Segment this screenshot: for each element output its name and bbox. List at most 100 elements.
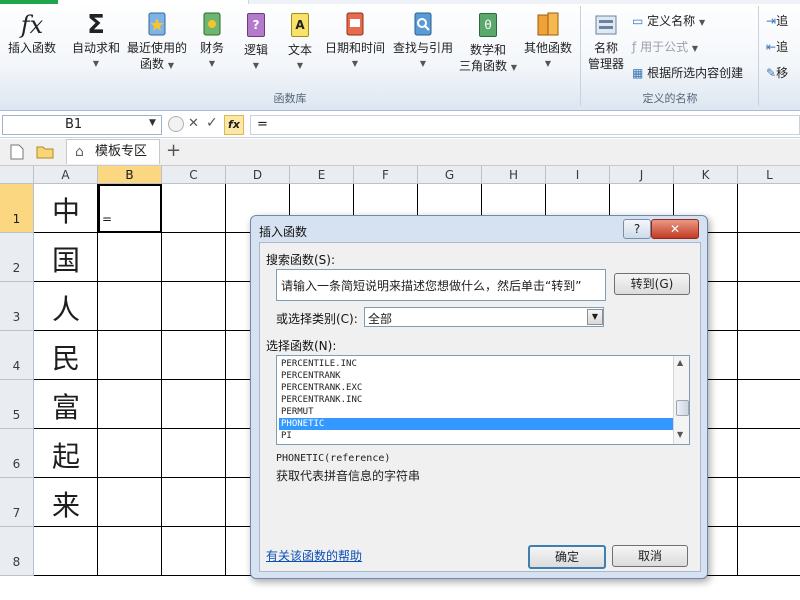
- add-tab-icon[interactable]: +: [166, 140, 181, 161]
- function-list-item[interactable]: PERCENTRANK.EXC: [279, 382, 675, 394]
- text-button[interactable]: A 文本 ▼: [280, 10, 320, 74]
- grid-cell[interactable]: 富: [34, 380, 98, 429]
- grid-cell[interactable]: [738, 478, 800, 527]
- grid-cell[interactable]: 中: [34, 184, 98, 233]
- new-document-icon[interactable]: [10, 144, 24, 160]
- grid-cell[interactable]: [162, 380, 226, 429]
- formula-input[interactable]: =: [250, 115, 800, 135]
- chevron-down-icon[interactable]: ▼: [587, 309, 603, 325]
- column-header[interactable]: H: [482, 166, 546, 184]
- grid-cell[interactable]: 人: [34, 282, 98, 331]
- recently-used-button[interactable]: 最近使用的 函数 ▼: [124, 10, 190, 74]
- grid-cell[interactable]: 国: [34, 233, 98, 282]
- financial-button[interactable]: 财务 ▼: [192, 10, 232, 72]
- row-header[interactable]: 5: [0, 380, 34, 429]
- grid-cell[interactable]: 起: [34, 429, 98, 478]
- insert-function-button[interactable]: fx 插入函数: [4, 10, 60, 56]
- row-header[interactable]: 4: [0, 331, 34, 380]
- other-functions-button[interactable]: 其他函数 ▼: [520, 10, 576, 72]
- column-header[interactable]: J: [610, 166, 674, 184]
- name-box[interactable]: B1 ▼: [2, 115, 162, 135]
- column-header[interactable]: L: [738, 166, 800, 184]
- function-list-item[interactable]: PERCENTRANK.INC: [279, 394, 675, 406]
- scroll-down-icon[interactable]: ▼: [677, 430, 683, 439]
- row-header[interactable]: 3: [0, 282, 34, 331]
- function-list-item[interactable]: PERCENTRANK: [279, 370, 675, 382]
- function-list-item[interactable]: PERCENTILE.INC: [279, 358, 675, 370]
- folder-icon[interactable]: [36, 145, 54, 159]
- grid-cell[interactable]: [34, 527, 98, 576]
- grid-cell[interactable]: 来: [34, 478, 98, 527]
- column-header[interactable]: I: [546, 166, 610, 184]
- function-help-link[interactable]: 有关该函数的帮助: [266, 547, 362, 564]
- select-all-corner[interactable]: [0, 166, 34, 184]
- grid-cell[interactable]: =: [98, 184, 162, 233]
- chevron-down-icon[interactable]: ▼: [149, 118, 156, 128]
- formulas-tab[interactable]: [58, 0, 249, 4]
- name-manager-button[interactable]: 名称 管理器: [584, 10, 628, 72]
- insert-function-fx-icon[interactable]: fx: [224, 115, 244, 135]
- file-tab[interactable]: [0, 0, 58, 4]
- column-header[interactable]: A: [34, 166, 98, 184]
- row-header[interactable]: 8: [0, 527, 34, 576]
- create-from-selection-button[interactable]: ▦ 根据所选内容创建: [632, 64, 743, 81]
- tab-template-zone[interactable]: ⌂ 模板专区: [66, 139, 160, 164]
- scroll-thumb[interactable]: [676, 400, 689, 416]
- grid-cell[interactable]: [162, 233, 226, 282]
- row-header[interactable]: 6: [0, 429, 34, 478]
- autosum-button[interactable]: Σ 自动求和 ▼: [68, 10, 124, 72]
- grid-cell[interactable]: [98, 429, 162, 478]
- goto-button[interactable]: 转到(G): [614, 273, 690, 295]
- trace-precedents-button[interactable]: ⇥追: [766, 12, 788, 29]
- grid-cell[interactable]: [738, 527, 800, 576]
- grid-cell[interactable]: [162, 527, 226, 576]
- column-header[interactable]: B: [98, 166, 162, 184]
- search-function-input[interactable]: 请输入一条简短说明来描述您想做什么，然后单击“转到”: [276, 269, 606, 301]
- grid-cell[interactable]: [162, 429, 226, 478]
- define-name-button[interactable]: ▭ 定义名称 ▼: [632, 12, 705, 29]
- confirm-entry-icon[interactable]: ✓: [206, 115, 218, 131]
- column-header[interactable]: E: [290, 166, 354, 184]
- cancel-button[interactable]: 取消: [612, 545, 688, 567]
- date-time-button[interactable]: 日期和时间 ▼: [322, 10, 388, 72]
- grid-cell[interactable]: [738, 380, 800, 429]
- column-header[interactable]: F: [354, 166, 418, 184]
- lookup-reference-button[interactable]: 查找与引用 ▼: [390, 10, 456, 72]
- grid-cell[interactable]: [162, 282, 226, 331]
- grid-cell[interactable]: [98, 282, 162, 331]
- row-header[interactable]: 1: [0, 184, 34, 233]
- grid-cell[interactable]: [738, 233, 800, 282]
- grid-cell[interactable]: [738, 282, 800, 331]
- function-list-item[interactable]: PI: [279, 430, 675, 442]
- use-in-formula-button[interactable]: ƒ 用于公式 ▼: [632, 38, 698, 55]
- grid-cell[interactable]: [98, 331, 162, 380]
- column-header[interactable]: G: [418, 166, 482, 184]
- grid-cell[interactable]: [738, 331, 800, 380]
- grid-cell[interactable]: [98, 527, 162, 576]
- formula-bar-handle-icon[interactable]: [168, 116, 184, 132]
- grid-cell[interactable]: [98, 380, 162, 429]
- function-list-item-selected[interactable]: PHONETIC: [279, 418, 675, 430]
- grid-cell[interactable]: [98, 233, 162, 282]
- row-header[interactable]: 2: [0, 233, 34, 282]
- grid-cell[interactable]: [738, 429, 800, 478]
- grid-cell[interactable]: [162, 184, 226, 233]
- logical-button[interactable]: ? 逻辑 ▼: [236, 10, 276, 74]
- ok-button[interactable]: 确定: [528, 545, 606, 569]
- trace-dependents-button[interactable]: ⇤追: [766, 38, 788, 55]
- cancel-entry-icon[interactable]: ✕: [188, 116, 199, 131]
- grid-cell[interactable]: [98, 478, 162, 527]
- grid-cell[interactable]: [162, 331, 226, 380]
- row-header[interactable]: 7: [0, 478, 34, 527]
- function-list[interactable]: PERCENTILE.INC PERCENTRANK PERCENTRANK.E…: [276, 355, 690, 445]
- function-list-scrollbar[interactable]: ▲ ▼: [673, 356, 689, 444]
- remove-arrows-button[interactable]: ✎移: [766, 64, 788, 81]
- help-icon[interactable]: ?: [623, 219, 651, 239]
- close-icon[interactable]: ✕: [651, 219, 699, 239]
- column-header[interactable]: K: [674, 166, 738, 184]
- math-trig-button[interactable]: θ 数学和 三角函数 ▼: [458, 10, 518, 76]
- grid-cell[interactable]: 民: [34, 331, 98, 380]
- grid-cell[interactable]: [738, 184, 800, 233]
- function-list-item[interactable]: PERMUT: [279, 406, 675, 418]
- grid-cell[interactable]: [162, 478, 226, 527]
